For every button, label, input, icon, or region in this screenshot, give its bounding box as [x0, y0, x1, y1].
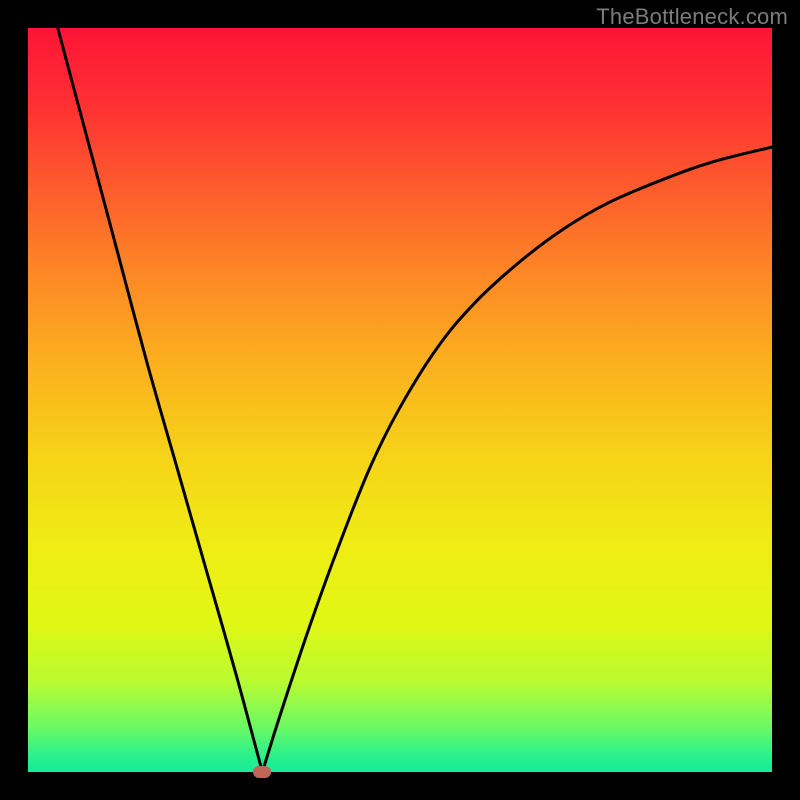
curve-left-branch	[58, 28, 263, 772]
watermark-text: TheBottleneck.com	[596, 4, 788, 30]
curve-right-branch	[262, 147, 772, 772]
chart-svg	[28, 28, 772, 772]
minimum-marker	[253, 766, 271, 778]
chart-plot-area	[28, 28, 772, 772]
